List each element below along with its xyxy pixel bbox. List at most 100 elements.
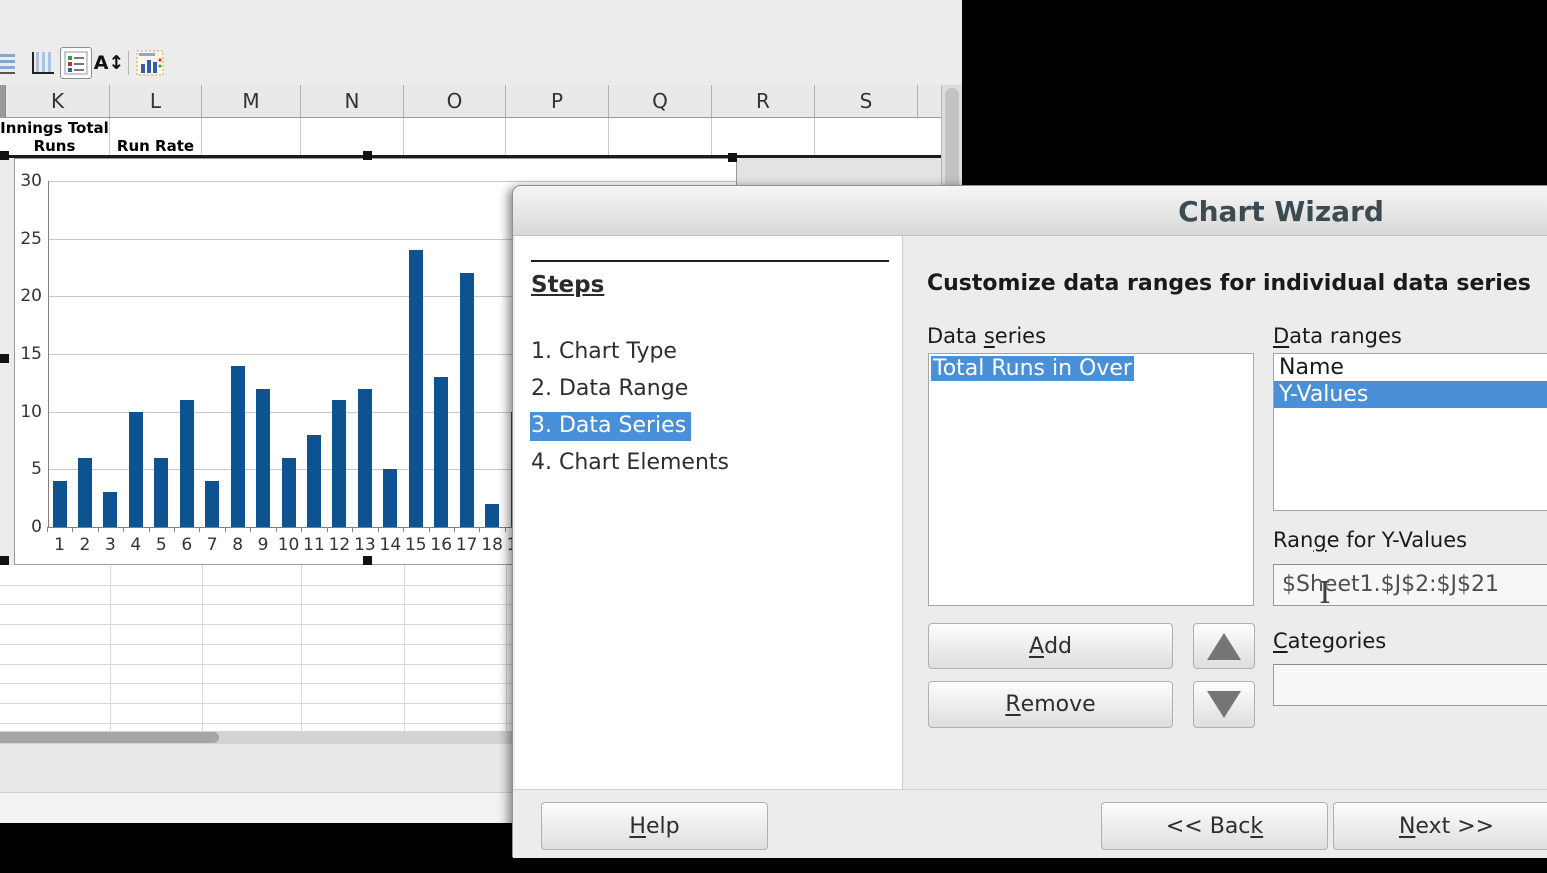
steps-separator [531, 260, 889, 262]
x-axis-tick-mark [174, 527, 175, 532]
selection-handle-mid-left[interactable] [0, 354, 9, 363]
selection-handle-bottom-left[interactable] [0, 556, 9, 565]
bar-over-13 [358, 389, 372, 527]
x-axis-tick-label: 15 [404, 535, 428, 555]
empty-cell[interactable] [404, 118, 506, 156]
sheet-gridline [301, 565, 302, 731]
help-button[interactable]: Help [541, 802, 768, 850]
next-button[interactable]: Next >> [1333, 802, 1547, 850]
y-axis-tick-label: 0 [15, 517, 42, 537]
add-button[interactable]: Add [928, 623, 1173, 669]
step-label: 4. Chart Elements [531, 450, 729, 475]
data-ranges-listbox[interactable]: Name Y-Values [1273, 353, 1547, 511]
column-header-P[interactable]: P [506, 85, 609, 117]
column-header-N[interactable]: N [301, 85, 404, 117]
bar-over-7 [205, 481, 219, 527]
categories-input[interactable] [1273, 664, 1547, 706]
x-axis-tick-label: 18 [480, 535, 504, 555]
empty-cell[interactable] [609, 118, 712, 156]
x-axis-tick-mark [225, 527, 226, 532]
x-axis-tick-mark [250, 527, 251, 532]
scale-text-icon[interactable]: A↕ [93, 47, 125, 79]
x-axis-tick-mark [123, 527, 124, 532]
move-down-button[interactable] [1193, 681, 1255, 728]
cell-run-rate[interactable]: Run Rate [110, 118, 202, 156]
empty-cell[interactable] [301, 118, 404, 156]
dialog-title: Chart Wizard [513, 195, 1547, 228]
step-data-range[interactable]: 2. Data Range [531, 376, 688, 401]
data-range-item-name[interactable]: Name [1274, 354, 1547, 381]
x-axis-tick-mark [327, 527, 328, 532]
column-header-Q[interactable]: Q [609, 85, 712, 117]
column-headers: K L M N O P Q R S [0, 85, 962, 118]
dialog-titlebar[interactable]: Chart Wizard [513, 186, 1547, 236]
x-axis-tick-label: 8 [226, 535, 250, 555]
step-data-series[interactable]: 3. Data Series [531, 413, 691, 438]
chart-edit-toolbar: A↕ [0, 43, 962, 85]
arrow-down-icon [1207, 691, 1241, 718]
x-axis-tick-mark [149, 527, 150, 532]
selection-handle-top-right[interactable] [728, 153, 737, 162]
range-y-values-input[interactable]: $Sheet1.$J$2:$J$21 [1273, 564, 1547, 606]
data-ranges-label: Data ranges [1273, 324, 1402, 348]
selection-handle-bottom-mid[interactable] [363, 556, 372, 565]
y-axis-tick-label: 30 [15, 171, 42, 191]
data-range-item-y-values[interactable]: Y-Values [1274, 381, 1547, 408]
sheet-gridline [202, 565, 203, 731]
data-series-listbox[interactable]: Total Runs in Over [928, 353, 1254, 606]
move-up-button[interactable] [1193, 623, 1255, 669]
cell-innings-total-runs[interactable]: Innings Total Runs [0, 118, 110, 156]
selection-handle-top-mid[interactable] [363, 151, 372, 160]
step-label: 1. Chart Type [531, 339, 677, 364]
step-label: 2. Data Range [531, 376, 688, 401]
bar-over-10 [282, 458, 296, 527]
empty-cell[interactable] [202, 118, 301, 156]
vertical-grids-icon[interactable] [27, 47, 59, 79]
screen: A↕ K L M N O P Q R [0, 0, 1547, 873]
bar-over-16 [434, 377, 448, 527]
step-chart-elements[interactable]: 4. Chart Elements [531, 450, 729, 475]
chart-type-icon[interactable] [134, 47, 166, 79]
y-axis-line [48, 181, 49, 527]
column-header-K[interactable]: K [6, 85, 110, 117]
horizontal-grids-icon[interactable] [0, 47, 20, 79]
gridline-y-30 [48, 181, 736, 182]
column-header-L[interactable]: L [110, 85, 202, 117]
bar-over-15 [409, 250, 423, 527]
column-header-M[interactable]: M [202, 85, 301, 117]
empty-cell[interactable] [506, 118, 609, 156]
remove-button[interactable]: Remove [928, 681, 1173, 728]
x-axis-tick-label: 17 [455, 535, 479, 555]
selection-handle-top-left[interactable] [0, 151, 9, 160]
x-axis-tick-label: 5 [149, 535, 173, 555]
empty-cell[interactable] [712, 118, 815, 156]
column-header-O[interactable]: O [404, 85, 506, 117]
steps-panel: Steps 1. Chart Type 2. Data Range 3. Dat… [515, 236, 903, 789]
x-axis-tick-mark [301, 527, 302, 532]
x-axis-tick-label: 7 [200, 535, 224, 555]
empty-cell[interactable] [815, 118, 918, 156]
step-chart-type[interactable]: 1. Chart Type [531, 339, 677, 364]
column-header-R[interactable]: R [712, 85, 815, 117]
bar-over-11 [307, 435, 321, 527]
arrow-up-icon [1207, 633, 1241, 660]
column-header-S[interactable]: S [815, 85, 918, 117]
x-axis-tick-label: 9 [251, 535, 275, 555]
sheet-strip [737, 158, 941, 185]
x-axis-tick-mark [199, 527, 200, 532]
sheet-gridline [110, 565, 111, 731]
bar-over-6 [180, 400, 194, 527]
x-axis-tick-mark [479, 527, 480, 532]
steps-heading: Steps [531, 272, 604, 298]
x-axis-tick-label: 6 [175, 535, 199, 555]
data-series-item-selected[interactable]: Total Runs in Over [931, 356, 1134, 381]
horizontal-scrollbar-thumb[interactable] [0, 732, 219, 743]
column-header-partial[interactable] [918, 85, 941, 117]
chart-wizard-dialog: Chart Wizard Steps 1. Chart Type 2. Data… [512, 185, 1547, 857]
back-button[interactable]: << Back [1101, 802, 1328, 850]
toolbar-separator [128, 51, 129, 75]
legend-on-off-icon[interactable] [60, 47, 92, 79]
text-cursor-pointer: I [1319, 576, 1331, 611]
dialog-heading: Customize data ranges for individual dat… [927, 271, 1531, 296]
categories-label: Categories [1273, 629, 1386, 653]
